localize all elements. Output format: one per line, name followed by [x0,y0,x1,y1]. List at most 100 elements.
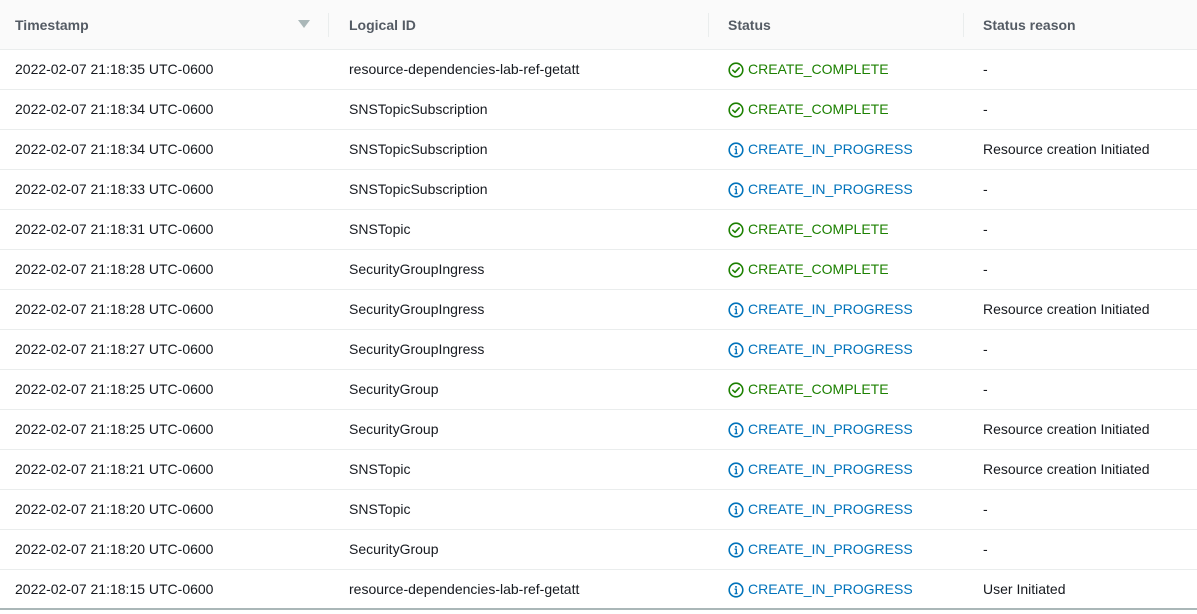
timestamp-cell: 2022-02-07 21:18:28 UTC-0600 [15,261,214,277]
status-cell: CREATE_IN_PROGRESS [728,410,913,449]
status-reason-cell: - [983,221,988,237]
status-reason-cell: - [983,101,988,117]
status-cell: CREATE_COMPLETE [728,90,889,129]
status-reason-cell: - [983,381,988,397]
table-row: 2022-02-07 21:18:28 UTC-0600 SecurityGrou… [0,290,1197,330]
status-cell: CREATE_COMPLETE [728,50,889,89]
sort-descending-icon[interactable] [298,20,310,28]
status-reason-cell: - [983,501,988,517]
status-label: CREATE_IN_PROGRESS [748,501,913,517]
column-divider[interactable] [708,13,709,37]
logical-id-cell: SNSTopic [349,221,411,237]
timestamp-cell: 2022-02-07 21:18:27 UTC-0600 [15,341,214,357]
table-row: 2022-02-07 21:18:34 UTC-0600 SNSTopicSubs… [0,90,1197,130]
timestamp-cell: 2022-02-07 21:18:34 UTC-0600 [15,141,214,157]
logical-id-cell: SecurityGroupIngress [349,261,485,277]
table-row: 2022-02-07 21:18:20 UTC-0600 SecurityGrou… [0,530,1197,570]
status-cell: CREATE_IN_PROGRESS [728,450,913,489]
info-circle-icon [728,341,744,358]
table-row: 2022-02-07 21:18:25 UTC-0600 SecurityGrou… [0,370,1197,410]
check-circle-icon [728,381,744,398]
timestamp-cell: 2022-02-07 21:18:15 UTC-0600 [15,581,214,597]
status-label: CREATE_IN_PROGRESS [748,421,913,437]
column-divider[interactable] [328,13,329,37]
timestamp-cell: 2022-02-07 21:18:25 UTC-0600 [15,381,214,397]
logical-id-cell: SecurityGroupIngress [349,301,485,317]
table-row: 2022-02-07 21:18:35 UTC-0600 resource-dep… [0,50,1197,90]
logical-id-cell: SNSTopicSubscription [349,101,488,117]
status-cell: CREATE_IN_PROGRESS [728,490,913,529]
status-reason-cell: - [983,541,988,557]
status-reason-cell: Resource creation Initiated [983,301,1150,317]
column-header-logical-id[interactable]: Logical ID [349,0,416,50]
status-label: CREATE_IN_PROGRESS [748,301,913,317]
status-cell: CREATE_IN_PROGRESS [728,330,913,369]
table-row: 2022-02-07 21:18:25 UTC-0600 SecurityGrou… [0,410,1197,450]
status-reason-cell: - [983,61,988,77]
status-cell: CREATE_COMPLETE [728,250,889,289]
table-row: 2022-02-07 21:18:33 UTC-0600 SNSTopicSubs… [0,170,1197,210]
status-label: CREATE_IN_PROGRESS [748,341,913,357]
timestamp-cell: 2022-02-07 21:18:28 UTC-0600 [15,301,214,317]
logical-id-cell: SNSTopicSubscription [349,141,488,157]
timestamp-cell: 2022-02-07 21:18:25 UTC-0600 [15,421,214,437]
status-cell: CREATE_IN_PROGRESS [728,290,913,329]
table-row: 2022-02-07 21:18:34 UTC-0600 SNSTopicSubs… [0,130,1197,170]
info-circle-icon [728,501,744,518]
status-label: CREATE_COMPLETE [748,381,889,397]
status-cell: CREATE_IN_PROGRESS [728,530,913,569]
check-circle-icon [728,221,744,238]
info-circle-icon [728,141,744,158]
table-row: 2022-02-07 21:18:15 UTC-0600 resource-dep… [0,570,1197,610]
status-reason-cell: - [983,261,988,277]
status-cell: CREATE_COMPLETE [728,370,889,409]
status-label: CREATE_IN_PROGRESS [748,581,913,597]
column-header-status-reason[interactable]: Status reason [983,0,1076,50]
logical-id-cell: resource-dependencies-lab-ref-getatt [349,61,580,77]
info-circle-icon [728,301,744,318]
info-circle-icon [728,181,744,198]
logical-id-cell: SecurityGroup [349,381,439,397]
events-table: Timestamp Logical ID Status Status reaso… [0,0,1197,614]
status-reason-cell: - [983,341,988,357]
timestamp-cell: 2022-02-07 21:18:34 UTC-0600 [15,101,214,117]
column-divider[interactable] [963,13,964,37]
timestamp-cell: 2022-02-07 21:18:31 UTC-0600 [15,221,214,237]
logical-id-cell: SecurityGroup [349,541,439,557]
table-header: Timestamp Logical ID Status Status reaso… [0,0,1197,50]
status-reason-cell: User Initiated [983,581,1066,597]
table-row: 2022-02-07 21:18:31 UTC-0600 SNSTopic CREA… [0,210,1197,250]
status-label: CREATE_IN_PROGRESS [748,181,913,197]
column-header-timestamp[interactable]: Timestamp [15,0,325,50]
status-label: CREATE_IN_PROGRESS [748,141,913,157]
logical-id-cell: resource-dependencies-lab-ref-getatt [349,581,580,597]
status-reason-cell: Resource creation Initiated [983,421,1150,437]
info-circle-icon [728,581,744,598]
info-circle-icon [728,421,744,438]
status-label: CREATE_COMPLETE [748,221,889,237]
timestamp-cell: 2022-02-07 21:18:21 UTC-0600 [15,461,214,477]
column-header-status[interactable]: Status [728,0,771,50]
table-row: 2022-02-07 21:18:20 UTC-0600 SNSTopic CREA… [0,490,1197,530]
table-row: 2022-02-07 21:18:27 UTC-0600 SecurityGrou… [0,330,1197,370]
check-circle-icon [728,101,744,118]
check-circle-icon [728,61,744,78]
table-row: 2022-02-07 21:18:28 UTC-0600 SecurityGrou… [0,250,1197,290]
status-reason-cell: Resource creation Initiated [983,141,1150,157]
status-cell: CREATE_IN_PROGRESS [728,170,913,209]
status-cell: CREATE_COMPLETE [728,210,889,249]
table-body: 2022-02-07 21:18:35 UTC-0600 resource-dep… [0,50,1197,610]
timestamp-cell: 2022-02-07 21:18:20 UTC-0600 [15,501,214,517]
timestamp-cell: 2022-02-07 21:18:33 UTC-0600 [15,181,214,197]
logical-id-cell: SNSTopic [349,501,411,517]
logical-id-cell: SecurityGroup [349,421,439,437]
status-label: CREATE_IN_PROGRESS [748,461,913,477]
timestamp-cell: 2022-02-07 21:18:20 UTC-0600 [15,541,214,557]
timestamp-cell: 2022-02-07 21:18:35 UTC-0600 [15,61,214,77]
status-cell: CREATE_IN_PROGRESS [728,130,913,169]
logical-id-cell: SNSTopic [349,461,411,477]
info-circle-icon [728,541,744,558]
status-label: CREATE_IN_PROGRESS [748,541,913,557]
status-label: CREATE_COMPLETE [748,101,889,117]
table-row: 2022-02-07 21:18:21 UTC-0600 SNSTopic CREA… [0,450,1197,490]
